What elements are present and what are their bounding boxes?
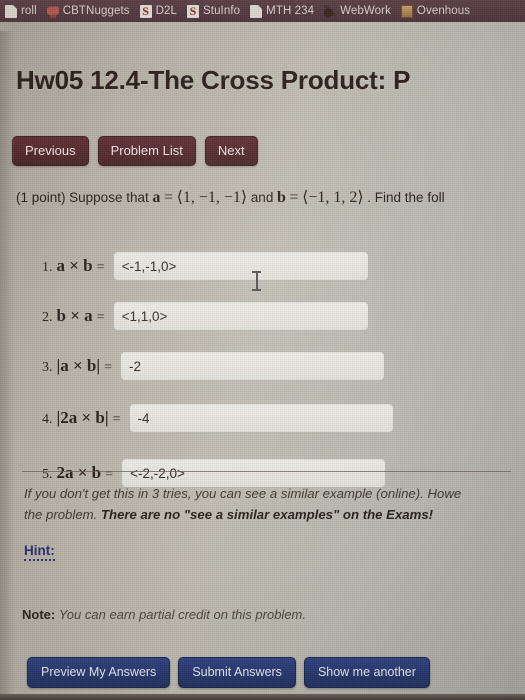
answer-input-3[interactable] <box>120 351 386 381</box>
answer-row: 4. |2a × b| = <box>0 401 525 435</box>
vector-b-name: b <box>276 189 286 206</box>
s-logo-icon: S <box>187 4 199 18</box>
bookmark-label: roll <box>21 5 37 17</box>
answer-label: 5. 2a × b = <box>42 463 113 483</box>
webwork-icon <box>324 4 337 18</box>
equals-sign: = <box>289 189 299 206</box>
similar-note-line1: If you don't get this in 3 tries, you ca… <box>24 486 462 501</box>
answer-expression: |2a × b| <box>56 408 109 427</box>
ovenhouse-icon <box>400 4 413 18</box>
bookmark-item-stuinfo[interactable]: S StuInfo <box>184 0 247 22</box>
answer-expression: b × a <box>56 306 93 325</box>
page-icon <box>5 4 17 18</box>
bookmark-label: StuInfo <box>203 5 241 17</box>
answer-input-2[interactable] <box>112 301 369 331</box>
answer-label: 2. b × a = <box>42 306 105 326</box>
answer-number: 5. <box>42 467 53 482</box>
similar-note-line2-plain: the problem. <box>24 507 98 522</box>
problem-statement: (1 point) Suppose that a = ⟨1, −1, −1⟩ a… <box>16 187 525 207</box>
bookmark-label: CBTNuggets <box>62 5 130 17</box>
vector-b-value: ⟨−1, 1, 2⟩ <box>302 189 364 206</box>
bookmark-label: MTH 234 <box>266 5 315 17</box>
answer-number: 1. <box>42 260 53 275</box>
answer-expression: |a × b| <box>56 356 101 375</box>
next-button[interactable]: Next <box>204 136 258 166</box>
bookmark-label: Ovenhous <box>416 5 471 17</box>
problem-list-button[interactable]: Problem List <box>97 136 196 166</box>
answer-input-4[interactable] <box>128 403 394 433</box>
problem-lead: Suppose that <box>69 190 149 205</box>
similar-note-line2-strong: There are no "see a similar examples" on… <box>100 507 434 522</box>
page-title: Hw05 12.4-The Cross Product: P <box>16 65 411 95</box>
bookmark-item-roll[interactable]: roll <box>2 0 44 22</box>
bookmark-item-webwork[interactable]: WebWork <box>321 0 398 22</box>
vector-a-name: a <box>152 189 161 206</box>
problem-tail: . Find the foll <box>367 190 445 205</box>
submit-answers-button[interactable]: Submit Answers <box>178 657 296 688</box>
note-text: You can earn partial credit on this prob… <box>58 607 306 622</box>
answer-row: 3. |a × b| = <box>0 349 525 383</box>
answer-row: 2. b × a = <box>0 299 525 333</box>
similar-example-note: If you don't get this in 3 tries, you ca… <box>24 483 525 525</box>
preview-my-answers-button[interactable]: Preview My Answers <box>27 657 171 688</box>
s-logo-icon: S <box>139 4 152 18</box>
bookmark-item-mth234[interactable]: MTH 234 <box>247 0 321 22</box>
bookmarks-bar: roll CBTNuggets S D2L S StuInfo MTH 234 … <box>0 0 525 22</box>
answer-number: 3. <box>42 360 53 375</box>
equals-sign: = <box>96 260 105 275</box>
equals-sign: = <box>163 189 174 206</box>
section-divider <box>22 471 511 472</box>
bookmark-item-ovenhouse[interactable]: Ovenhous <box>398 0 477 22</box>
answer-label: 3. |a × b| = <box>42 356 112 376</box>
answer-expression: 2a × b <box>56 463 102 482</box>
answer-row: 1. a × b = <box>0 249 525 283</box>
answer-input-1[interactable] <box>112 251 369 281</box>
show-me-another-button[interactable]: Show me another <box>303 657 430 688</box>
answer-label: 1. a × b = <box>42 256 105 276</box>
screen-bezel-bottom <box>0 694 525 700</box>
browser-chrome-edge <box>0 22 525 31</box>
conjunction-and: and <box>250 190 274 205</box>
page-icon <box>250 4 263 18</box>
bookmark-item-cbtnuggets[interactable]: CBTNuggets <box>44 0 137 22</box>
equals-sign: = <box>112 412 121 427</box>
answer-label: 4. |2a × b| = <box>42 408 121 428</box>
bookmark-label: D2L <box>155 5 177 17</box>
previous-button[interactable]: Previous <box>12 136 89 166</box>
equals-sign: = <box>104 360 113 375</box>
cbtnuggets-icon <box>46 4 59 18</box>
hint-link[interactable]: Hint: <box>24 543 55 561</box>
note-label: Note: <box>22 607 56 622</box>
problem-points: (1 point) <box>16 190 66 205</box>
equals-sign: = <box>96 310 105 325</box>
partial-credit-note: Note: You can earn partial credit on thi… <box>22 607 306 622</box>
bookmark-label: WebWork <box>340 5 391 17</box>
problem-navigation: Previous Problem List Next <box>12 136 258 166</box>
equals-sign: = <box>105 467 114 482</box>
answer-number: 4. <box>42 412 53 427</box>
vector-a-value: ⟨1, −1, −1⟩ <box>176 189 248 206</box>
answer-number: 2. <box>42 310 53 325</box>
answer-expression: a × b <box>56 256 93 275</box>
webwork-problem-page: Hw05 12.4-The Cross Product: P Previous … <box>0 31 525 700</box>
answer-actions: Preview My Answers Submit Answers Show m… <box>27 657 430 688</box>
bookmark-item-d2l[interactable]: S D2L <box>137 0 184 22</box>
